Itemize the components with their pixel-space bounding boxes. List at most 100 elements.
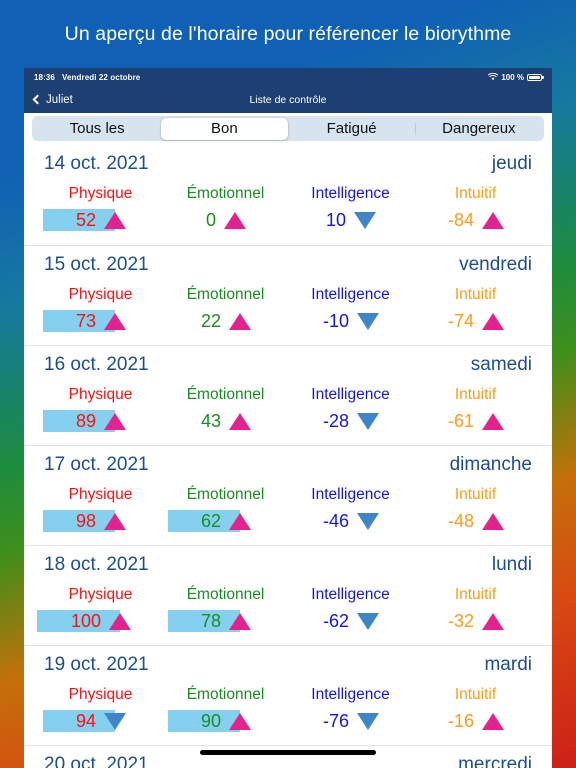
metric-value-intuitive: -48	[447, 510, 474, 531]
metric-intuitive: Intuitif -32	[413, 585, 538, 633]
metric-value-row: 94	[38, 709, 163, 733]
metric-value-intuitive: -84	[447, 209, 474, 230]
metric-value-row: -10	[288, 309, 413, 333]
metric-value-intuitive: -74	[447, 310, 474, 331]
device-screen: 18:36 Vendredi 22 octobre 100 % Juliet L…	[24, 68, 552, 768]
metric-physical: Physique 89	[38, 385, 163, 433]
metrics-group: Physique 94 Émotionnel 90 Intelligence -76 Int…	[38, 685, 538, 733]
table-row[interactable]: 17 oct. 2021 dimanche Physique 98 Émotionnel…	[24, 445, 552, 545]
metric-value-emotional: 22	[200, 310, 222, 331]
arrow-up-icon	[224, 211, 246, 229]
navigation-bar: Juliet Liste de contrôle	[24, 86, 552, 113]
battery-percent-label: 100 %	[501, 72, 524, 82]
table-row[interactable]: 15 oct. 2021 vendredi Physique 73 Émotionnel…	[24, 245, 552, 345]
arrow-up-icon	[482, 512, 504, 530]
status-right-cluster: 100 %	[488, 72, 544, 82]
metrics-group: Physique 89 Émotionnel 43 Intelligence -28 Int…	[38, 385, 538, 433]
segment-tous-les[interactable]: Tous les	[34, 118, 161, 140]
metric-label-physical: Physique	[68, 185, 133, 202]
metric-value-intellectual: -28	[322, 410, 349, 431]
metric-physical: Physique 94	[38, 685, 163, 733]
metric-intellectual: Intelligence -28	[288, 385, 413, 433]
row-weekday: dimanche	[449, 454, 532, 475]
arrow-up-icon	[104, 312, 127, 330]
metric-label-physical: Physique	[68, 586, 133, 603]
arrow-down-icon	[354, 211, 377, 229]
metric-value-row: 90	[163, 709, 288, 733]
metric-value-row: -62	[288, 609, 413, 633]
segment-dangereux[interactable]: Dangereux	[415, 118, 542, 140]
metric-label-intellectual: Intelligence	[311, 386, 390, 403]
metric-label-intuitive: Intuitif	[454, 286, 497, 303]
metric-label-intellectual: Intelligence	[311, 486, 390, 503]
row-date: 20 oct. 2021	[44, 754, 149, 768]
row-header: 17 oct. 2021 dimanche	[38, 454, 538, 476]
row-date: 15 oct. 2021	[44, 254, 149, 275]
metric-value-row: 100	[37, 609, 163, 633]
filter-segmented-control[interactable]: Tous les Bon Fatigué Dangereux	[32, 116, 544, 141]
metric-value-emotional: 43	[200, 410, 222, 431]
metric-intuitive: Intuitif -74	[413, 285, 538, 333]
table-row[interactable]: 18 oct. 2021 lundi Physique 100 Émotionnel 78…	[24, 545, 552, 645]
metric-value-intuitive: -16	[447, 710, 474, 731]
battery-icon	[527, 73, 544, 81]
table-row[interactable]: 19 oct. 2021 mardi Physique 94 Émotionnel 90 I…	[24, 645, 552, 745]
arrow-up-icon	[104, 512, 127, 530]
row-date: 16 oct. 2021	[44, 354, 149, 375]
metric-intellectual: Intelligence 10	[288, 184, 413, 232]
metric-value-physical: 94	[75, 710, 97, 731]
metric-emotional: Émotionnel 22	[163, 285, 288, 333]
arrow-up-icon	[109, 612, 132, 630]
arrow-up-icon	[482, 412, 504, 430]
table-row[interactable]: 14 oct. 2021 jeudi Physique 52 Émotionnel 0 In…	[24, 145, 552, 245]
segmented-control-container: Tous les Bon Fatigué Dangereux	[24, 113, 552, 145]
row-weekday: mardi	[484, 654, 532, 675]
metric-intellectual: Intelligence -76	[288, 685, 413, 733]
metric-label-emotional: Émotionnel	[186, 486, 265, 503]
metrics-group: Physique 73 Émotionnel 22 Intelligence -10 Int…	[38, 285, 538, 333]
metrics-group: Physique 52 Émotionnel 0 Intelligence 10 Intui…	[38, 184, 538, 232]
arrow-up-icon	[104, 412, 127, 430]
metric-physical: Physique 98	[38, 485, 163, 533]
arrow-down-icon	[357, 512, 379, 530]
metric-value-emotional: 90	[200, 710, 222, 731]
metric-value-row: -74	[413, 309, 538, 333]
metric-physical: Physique 52	[38, 184, 163, 232]
status-bar: 18:36 Vendredi 22 octobre 100 %	[24, 68, 552, 86]
row-weekday: vendredi	[459, 254, 532, 275]
table-row[interactable]: 20 oct. 2021 mercredi	[24, 745, 552, 768]
table-row[interactable]: 16 oct. 2021 samedi Physique 89 Émotionnel 43…	[24, 345, 552, 445]
segment-bon[interactable]: Bon	[160, 117, 288, 140]
metric-value-row: 0	[163, 208, 288, 232]
back-button[interactable]: Juliet	[32, 94, 73, 106]
row-date: 18 oct. 2021	[44, 554, 149, 575]
metric-emotional: Émotionnel 78	[163, 585, 288, 633]
metric-label-intuitive: Intuitif	[454, 686, 497, 703]
metric-intellectual: Intelligence -46	[288, 485, 413, 533]
metric-value-row: 62	[163, 509, 288, 533]
arrow-up-icon	[229, 312, 252, 330]
row-header: 14 oct. 2021 jeudi	[38, 153, 538, 175]
arrow-down-icon	[357, 312, 379, 330]
metric-value-emotional: 62	[200, 510, 222, 531]
metric-value-row: 78	[163, 609, 288, 633]
row-header: 15 oct. 2021 vendredi	[38, 254, 538, 276]
metrics-group: Physique 98 Émotionnel 62 Intelligence -46 Int…	[38, 485, 538, 533]
metric-intuitive: Intuitif -48	[413, 485, 538, 533]
metric-intuitive: Intuitif -16	[413, 685, 538, 733]
metric-value-row: -32	[413, 609, 538, 633]
row-header: 19 oct. 2021 mardi	[38, 654, 538, 676]
segment-fatigue[interactable]: Fatigué	[288, 118, 415, 140]
metric-value-intuitive: -32	[447, 610, 474, 631]
metric-label-intuitive: Intuitif	[454, 486, 497, 503]
page-title: Liste de contrôle	[249, 93, 327, 106]
promo-banner: Un aperçu de l'horaire pour référencer l…	[0, 0, 576, 68]
metric-label-physical: Physique	[68, 286, 133, 303]
row-date: 19 oct. 2021	[44, 654, 149, 675]
row-weekday: lundi	[491, 554, 532, 575]
arrow-up-icon	[482, 712, 504, 730]
chevron-left-icon	[32, 94, 43, 105]
row-weekday: mercredi	[458, 754, 532, 768]
arrow-up-icon	[229, 512, 252, 530]
checklist-rows[interactable]: 14 oct. 2021 jeudi Physique 52 Émotionnel 0 In…	[24, 145, 552, 768]
